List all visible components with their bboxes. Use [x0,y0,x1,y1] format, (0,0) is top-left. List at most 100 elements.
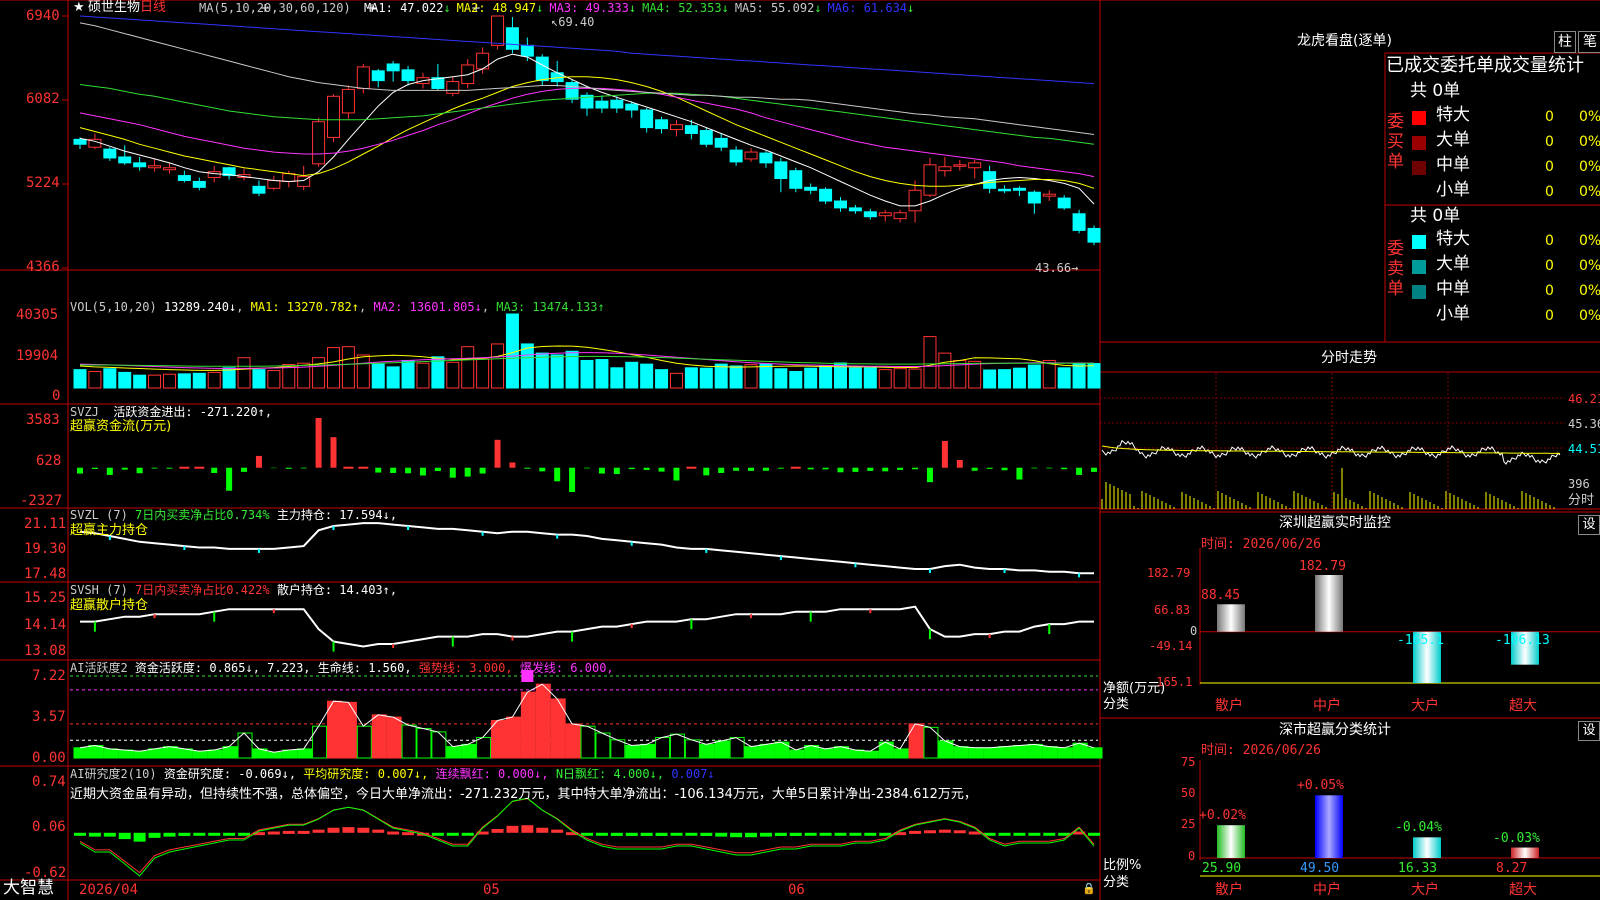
monitor-bar [1217,604,1245,632]
activity-bar [88,745,104,759]
buy-side-label: 委买单 [1387,112,1404,172]
favorite-star-icon[interactable]: ★ [73,1,85,14]
intraday-axis-tick: 44.51 [1568,442,1600,456]
flow-bar [628,467,635,470]
tick-mode-button[interactable]: 笔 [1578,31,1600,53]
flow-bar [1001,467,1008,471]
flow-bar [1061,467,1068,470]
activity-bar [118,749,134,759]
order-type-label: 小单 [1436,304,1470,324]
monitor-axis-tick: 182.79 [1147,566,1191,580]
research-bar [849,832,862,836]
candle-body [535,56,549,82]
stats-settings-button[interactable]: 设 [1578,721,1600,741]
flow-bar [166,467,173,469]
candle-body [401,69,415,82]
activity-bar [819,748,835,759]
volume-bar [625,361,639,389]
order-stats-title: 已成交委托单成交量统计 [1386,55,1584,76]
research-bar [357,827,370,833]
flow-bar [986,467,993,469]
bar-mode-button[interactable]: 柱 [1554,31,1576,53]
ma-legend-item: MA2: 48.947↓ [456,1,544,15]
flow-bar [837,467,844,473]
volume-bar [461,346,475,389]
intraday-axis-tick: 45.36 [1568,417,1600,431]
volume-bar [222,367,236,389]
volume-bar [595,359,609,389]
activity-bar [774,741,790,759]
order-count: 0 [1545,109,1554,125]
volume-bar [371,363,385,389]
flow-bar [211,467,218,473]
ma-legend-arrow: ↓ [536,1,544,15]
activity-bar [341,701,357,759]
monitor-category-label: 中户 [1313,698,1341,714]
volume-bar [88,370,102,389]
volume-bar [312,357,326,389]
order-type-label: 特大 [1436,229,1470,249]
activity-bar [953,746,969,759]
flow-bar [479,467,486,474]
svsh-axis-tick: 14.14 [24,617,67,633]
lock-icon[interactable]: 🔒 [1082,883,1096,894]
candle-body [282,173,296,182]
research-bar [223,832,236,836]
volume-bar [819,365,833,389]
flow-bar [703,467,710,476]
candle-body [118,156,132,164]
stats-value-label: 49.50 [1300,861,1340,876]
candle-body [789,170,803,189]
flow-bar [375,467,382,473]
activity-bar [848,749,864,759]
research-bar [759,832,772,837]
candle-body [923,164,937,196]
svzj-axis-tick: -2327 [20,493,63,509]
candle-body [1057,197,1071,209]
monitor-time: 时间: 2026/06/26 [1201,537,1321,552]
ma-legend-item: MA4: 52.353↓ [642,1,729,15]
svsh-legend: SVSH (7) 7日内买卖净占比0.422% 散户持仓: 14.403↑, [70,583,398,597]
stats-delta-label: +0.05% [1297,778,1344,794]
candle-body [699,130,713,145]
intraday-price-line [1101,439,1561,465]
candle-body [73,138,87,145]
order-swatch [1412,111,1426,125]
volume-bar [491,343,505,389]
monitor-title: 深圳超赢实时监控 [1279,515,1391,531]
candle-body [804,186,818,191]
research-bar [372,829,385,833]
activity-bar [505,716,521,759]
stats-axis-tick: 50 [1181,786,1196,800]
activity-bar [207,749,223,759]
order-pct: 0% [1579,109,1600,125]
flow-bar [151,467,158,469]
research-bar [745,832,758,838]
activity-bar [893,748,909,759]
order-pct: 0% [1579,283,1600,299]
intraday-axis-tick: 396 [1568,477,1590,491]
candle-body [103,148,117,159]
research-bar [551,829,564,833]
activity-bar [699,743,715,759]
monitor-xlabel: 分类 [1103,697,1130,712]
volume-bar [416,362,430,389]
stats-delta-label: +0.02% [1199,808,1246,824]
stats-delta-label: -0.03% [1493,830,1540,846]
research-bar [700,832,713,836]
order-count: 0 [1545,283,1554,299]
research-bar [461,832,474,836]
research-bar [938,829,951,833]
monitor-settings-button[interactable]: 设 [1578,515,1600,535]
research-bar [521,825,534,833]
svsh-axis-tick: 13.08 [24,643,67,659]
price-axis-tick: 6940 [26,8,60,24]
volume-bar [804,367,818,389]
stats-axis-tick: 75 [1181,755,1196,769]
flow-bar [315,418,322,468]
ma-legend-label: MA(5,10,20,30,60,120) [199,1,351,15]
candle-body [327,95,340,138]
flow-bar [777,467,784,469]
candle-body [863,211,877,218]
activity-bar [312,725,328,759]
